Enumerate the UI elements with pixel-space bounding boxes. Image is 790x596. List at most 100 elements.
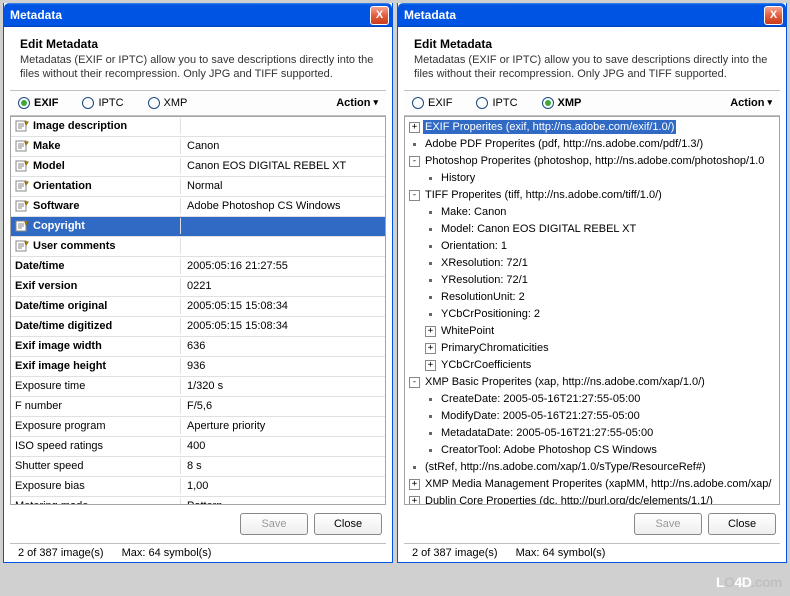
tree-item[interactable]: XResolution: 72/1: [407, 255, 777, 272]
buttons-row: Save Close: [404, 505, 780, 543]
window-title: Metadata: [404, 8, 764, 22]
tree-item[interactable]: ResolutionUnit: 2: [407, 289, 777, 306]
table-row[interactable]: Exposure bias1,00: [11, 477, 385, 497]
close-button[interactable]: Close: [314, 513, 382, 535]
field-value[interactable]: Aperture priority: [181, 418, 385, 434]
watermark: LO4D.com: [716, 574, 782, 590]
table-row[interactable]: Metering modePattern: [11, 497, 385, 505]
table-row[interactable]: Exif image width636: [11, 337, 385, 357]
expand-icon[interactable]: +: [425, 360, 436, 371]
table-row[interactable]: F numberF/5,6: [11, 397, 385, 417]
tree-item[interactable]: CreatorTool: Adobe Photoshop CS Windows: [407, 442, 777, 459]
expand-icon[interactable]: +: [409, 122, 420, 133]
field-value[interactable]: [181, 124, 385, 128]
tree-item[interactable]: +XMP Media Management Properites (xapMM,…: [407, 476, 777, 493]
tab-exif[interactable]: EXIF: [412, 97, 452, 109]
tab-iptc[interactable]: IPTC: [476, 97, 517, 109]
table-row[interactable]: Date/time digitized2005:05:15 15:08:34: [11, 317, 385, 337]
tree-item[interactable]: +WhitePoint: [407, 323, 777, 340]
field-value[interactable]: Normal: [181, 178, 385, 194]
close-icon[interactable]: X: [370, 6, 389, 25]
table-row[interactable]: Exif version0221: [11, 277, 385, 297]
field-value[interactable]: Adobe Photoshop CS Windows: [181, 198, 385, 214]
field-value[interactable]: Canon: [181, 138, 385, 154]
table-row[interactable]: Date/time original2005:05:15 15:08:34: [11, 297, 385, 317]
collapse-icon[interactable]: -: [409, 190, 420, 201]
field-value[interactable]: 1/320 s: [181, 378, 385, 394]
tree-item[interactable]: Make: Canon: [407, 204, 777, 221]
field-value[interactable]: 1,00: [181, 478, 385, 494]
field-name: Software: [11, 198, 181, 214]
field-value[interactable]: 2005:05:15 15:08:34: [181, 298, 385, 314]
field-value[interactable]: 636: [181, 338, 385, 354]
tab-xmp[interactable]: XMP: [542, 97, 582, 109]
expand-icon[interactable]: +: [425, 326, 436, 337]
titlebar[interactable]: Metadata X: [4, 3, 392, 27]
expand-icon[interactable]: +: [409, 496, 420, 505]
table-row[interactable]: ModelCanon EOS DIGITAL REBEL XT: [11, 157, 385, 177]
table-row[interactable]: Exposure programAperture priority: [11, 417, 385, 437]
field-value[interactable]: 0221: [181, 278, 385, 294]
metadata-table[interactable]: Image descriptionMakeCanonModelCanon EOS…: [10, 116, 386, 505]
expand-icon[interactable]: +: [409, 479, 420, 490]
xmp-tree[interactable]: +EXIF Properites (exif, http://ns.adobe.…: [404, 116, 780, 505]
content-area: Edit Metadata Metadatas (EXIF or IPTC) a…: [4, 27, 392, 562]
tree-item[interactable]: CreateDate: 2005-05-16T21:27:55-05:00: [407, 391, 777, 408]
table-row[interactable]: SoftwareAdobe Photoshop CS Windows: [11, 197, 385, 217]
save-button[interactable]: Save: [240, 513, 308, 535]
table-row[interactable]: OrientationNormal: [11, 177, 385, 197]
tree-item[interactable]: YCbCrPositioning: 2: [407, 306, 777, 323]
collapse-icon[interactable]: -: [409, 156, 420, 167]
titlebar[interactable]: Metadata X: [398, 3, 786, 27]
collapse-icon[interactable]: -: [409, 377, 420, 388]
tree-item[interactable]: Orientation: 1: [407, 238, 777, 255]
field-name: Metering mode: [11, 498, 181, 505]
field-value[interactable]: Pattern: [181, 498, 385, 505]
field-value[interactable]: Canon EOS DIGITAL REBEL XT: [181, 158, 385, 174]
close-icon[interactable]: X: [764, 6, 783, 25]
tree-item[interactable]: +EXIF Properites (exif, http://ns.adobe.…: [407, 119, 777, 136]
tab-exif[interactable]: EXIF: [18, 97, 58, 109]
field-value[interactable]: 2005:05:16 21:27:55: [181, 258, 385, 274]
tree-item[interactable]: +PrimaryChromaticities: [407, 340, 777, 357]
field-value[interactable]: [181, 244, 385, 248]
tree-item[interactable]: ModifyDate: 2005-05-16T21:27:55-05:00: [407, 408, 777, 425]
table-row[interactable]: Shutter speed8 s: [11, 457, 385, 477]
field-value[interactable]: 2005:05:15 15:08:34: [181, 318, 385, 334]
tree-item[interactable]: +YCbCrCoefficients: [407, 357, 777, 374]
save-button[interactable]: Save: [634, 513, 702, 535]
table-row[interactable]: User comments: [11, 237, 385, 257]
tree-item[interactable]: History: [407, 170, 777, 187]
table-row[interactable]: Exposure time1/320 s: [11, 377, 385, 397]
tree-item[interactable]: Model: Canon EOS DIGITAL REBEL XT: [407, 221, 777, 238]
field-value[interactable]: 936: [181, 358, 385, 374]
tree-item[interactable]: -XMP Basic Properites (xap, http://ns.ad…: [407, 374, 777, 391]
table-row[interactable]: Image description: [11, 117, 385, 137]
tree-item[interactable]: +Dublin Core Properties (dc, http://purl…: [407, 493, 777, 505]
tree-item[interactable]: Adobe PDF Properites (pdf, http://ns.ado…: [407, 136, 777, 153]
table-row[interactable]: Date/time2005:05:16 21:27:55: [11, 257, 385, 277]
field-name: Copyright: [11, 218, 181, 234]
tree-item[interactable]: MetadataDate: 2005-05-16T21:27:55-05:00: [407, 425, 777, 442]
field-value[interactable]: 8 s: [181, 458, 385, 474]
table-row[interactable]: Exif image height936: [11, 357, 385, 377]
chevron-down-icon: ▾: [373, 97, 378, 108]
action-dropdown[interactable]: Action▾: [730, 97, 772, 109]
close-button[interactable]: Close: [708, 513, 776, 535]
tree-item[interactable]: -Photoshop Properites (photoshop, http:/…: [407, 153, 777, 170]
table-row[interactable]: MakeCanon: [11, 137, 385, 157]
table-row[interactable]: Copyright: [11, 217, 385, 237]
field-value[interactable]: F/5,6: [181, 398, 385, 414]
tree-label: YResolution: 72/1: [439, 273, 530, 287]
expand-icon[interactable]: +: [425, 343, 436, 354]
field-value[interactable]: [181, 224, 385, 228]
action-dropdown[interactable]: Action▾: [336, 97, 378, 109]
tree-item[interactable]: -TIFF Properites (tiff, http://ns.adobe.…: [407, 187, 777, 204]
tab-xmp[interactable]: XMP: [148, 97, 188, 109]
field-value[interactable]: 400: [181, 438, 385, 454]
table-row[interactable]: ISO speed ratings400: [11, 437, 385, 457]
tree-item[interactable]: YResolution: 72/1: [407, 272, 777, 289]
radio-icon: [542, 97, 554, 109]
tree-item[interactable]: (stRef, http://ns.adobe.com/xap/1.0/sTyp…: [407, 459, 777, 476]
tab-iptc[interactable]: IPTC: [82, 97, 123, 109]
